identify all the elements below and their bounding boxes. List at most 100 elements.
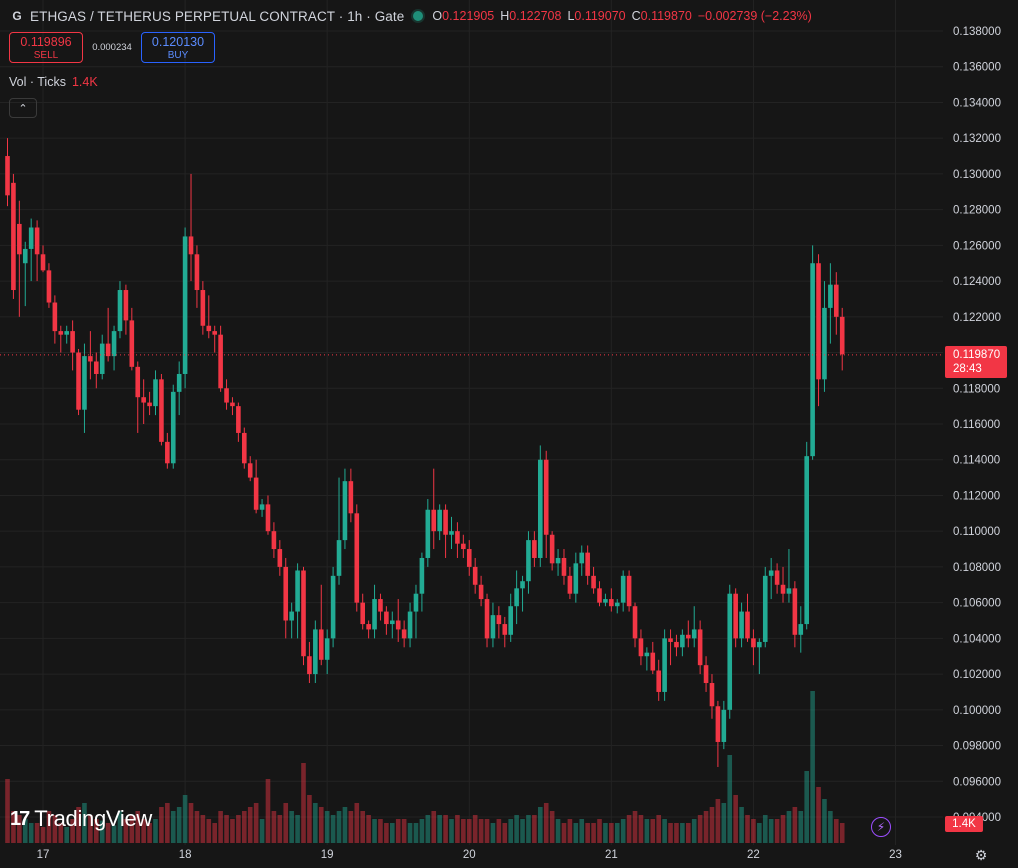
lightning-icon[interactable]: ⚡︎ — [871, 817, 891, 837]
candlestick-chart[interactable]: 0.138000 0.136000 0.134000 0.132000 0.130000… — [0, 0, 1018, 868]
buy-label: BUY — [167, 50, 189, 61]
volume-bar — [626, 815, 632, 843]
volume-bar — [170, 811, 176, 843]
time-axis[interactable]: 17 18 19 20 21 22 23 — [37, 849, 902, 861]
volume-bar — [431, 811, 437, 843]
candle-body — [82, 356, 87, 410]
volume-bar — [301, 763, 306, 843]
candle-body — [401, 629, 407, 639]
candle-body — [372, 599, 377, 630]
volume-bar — [348, 811, 354, 843]
candle-body — [277, 549, 283, 567]
candle-body — [46, 270, 52, 303]
collapse-legend-button[interactable]: ⌃ — [9, 98, 37, 118]
candle-body — [431, 509, 437, 532]
market-status-icon[interactable] — [413, 11, 424, 21]
candle-body — [715, 706, 721, 742]
candle-body — [425, 509, 431, 558]
candle-body — [22, 248, 28, 264]
price-tick-label: 0.110000 — [953, 526, 1000, 538]
candle-body — [674, 641, 679, 648]
volume-bar — [591, 823, 596, 843]
candle-body — [585, 552, 590, 576]
grid-lines — [0, 0, 943, 845]
volume-bar — [176, 807, 182, 843]
volume-bar — [242, 811, 247, 843]
tradingview-watermark[interactable]: 17 TradingView — [10, 806, 152, 832]
volume-bar — [390, 823, 395, 843]
volume-bar — [691, 819, 697, 843]
candle-body — [638, 638, 644, 657]
volume-bar — [159, 807, 164, 843]
candle-body — [295, 570, 300, 612]
volume-bar — [549, 811, 555, 843]
candle-body — [573, 563, 579, 594]
volume-bar — [496, 819, 502, 843]
volume-bar — [212, 823, 217, 843]
candle-body — [360, 602, 365, 625]
chart-title[interactable]: ETHGAS / TETHERUS PERPETUAL CONTRACT · 1… — [30, 9, 404, 24]
time-tick-label: 22 — [747, 849, 760, 861]
volume-bar — [804, 771, 809, 843]
time-tick-label: 20 — [463, 849, 476, 861]
candle-body — [200, 290, 206, 326]
volume-bar — [780, 815, 786, 843]
volume-bar — [295, 815, 300, 843]
volume-bar — [745, 815, 750, 843]
candle-body — [159, 379, 164, 442]
volume-bar — [703, 811, 709, 843]
volume-bar — [786, 811, 792, 843]
volume-bar — [313, 803, 318, 843]
volume-bar — [384, 823, 389, 843]
candle-body — [11, 182, 16, 291]
volume-legend[interactable]: Vol · Ticks 1.4K — [9, 75, 98, 89]
volume-bar — [289, 811, 294, 843]
price-tick-label: 0.130000 — [953, 169, 1001, 181]
volume-tag: 1.4K — [945, 816, 983, 832]
volume-bar — [206, 819, 212, 843]
volume-bar — [739, 807, 744, 843]
volume-bar — [751, 819, 756, 843]
volume-bar — [502, 823, 508, 843]
candle-body — [632, 606, 638, 639]
volume-bar — [774, 819, 780, 843]
candle-body — [668, 638, 673, 642]
candle-body — [745, 611, 750, 639]
candle-body — [757, 641, 762, 648]
spread-value: 0.000234 — [92, 42, 132, 53]
change-value: −0.002739 (−2.23%) — [697, 9, 812, 23]
settings-icon[interactable]: ⚙︎ — [972, 846, 990, 864]
candle-body — [111, 331, 117, 357]
sell-button[interactable]: 0.119896 SELL — [9, 32, 83, 63]
volume-bar — [413, 823, 419, 843]
price-tick-label: 0.118000 — [953, 383, 1000, 395]
candle-body — [484, 599, 490, 639]
tradingview-logo-icon: 17 — [10, 807, 30, 830]
candle-body — [289, 611, 294, 621]
volume-bar — [490, 823, 496, 843]
low-value: 0.119070 — [574, 9, 626, 23]
candle-body — [449, 531, 454, 535]
price-tick-label: 0.134000 — [953, 97, 1001, 109]
volume-bar — [609, 823, 614, 843]
candle-body — [543, 459, 549, 535]
candle-body — [224, 388, 229, 403]
candle-body — [822, 307, 827, 380]
candle-body — [230, 402, 235, 407]
volume-bar — [218, 811, 223, 843]
close-value: 0.119870 — [640, 9, 692, 23]
volume-bar — [757, 823, 762, 843]
volume-bar — [182, 795, 188, 843]
candle-body — [64, 331, 69, 335]
candle-body — [839, 316, 845, 355]
candle-body — [466, 549, 472, 567]
price-axis[interactable]: 0.138000 0.136000 0.134000 0.132000 0.130000… — [953, 26, 1001, 824]
volume-bar — [437, 815, 442, 843]
volume-bar — [768, 819, 774, 843]
candle-body — [212, 331, 217, 335]
volume-bar — [330, 815, 336, 843]
buy-button[interactable]: 0.120130 BUY — [141, 32, 215, 63]
candle-body — [88, 356, 93, 362]
watermark-text: TradingView — [34, 806, 153, 831]
candle-body — [218, 334, 223, 389]
